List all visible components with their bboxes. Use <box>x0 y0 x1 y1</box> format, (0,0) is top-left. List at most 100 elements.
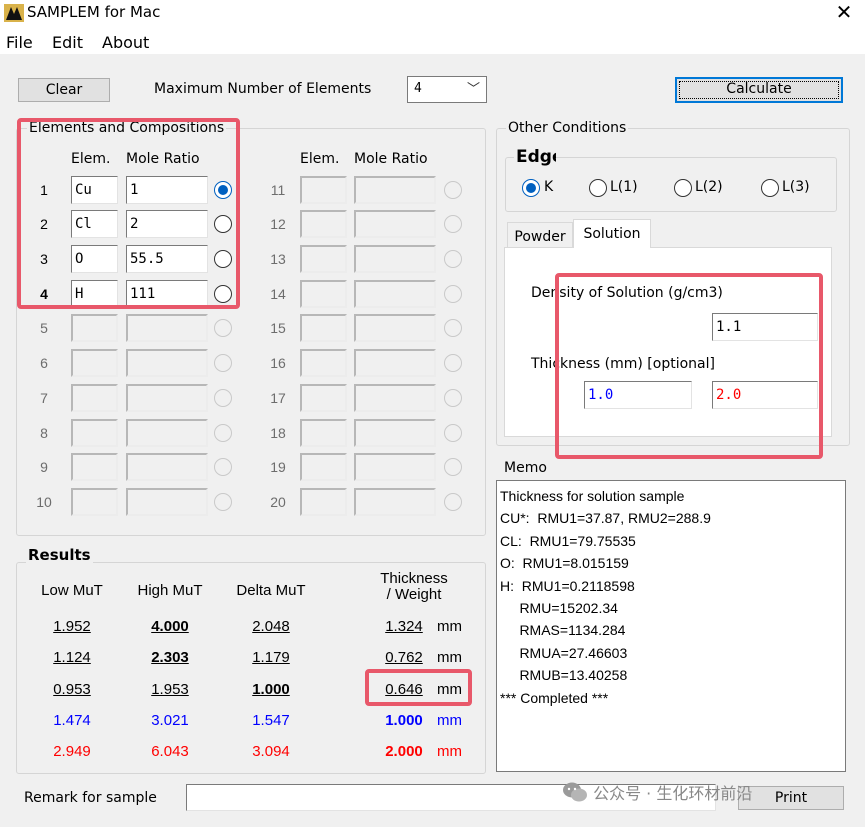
results-header-thickness: Thickness <box>380 570 448 587</box>
menu-edit[interactable]: Edit <box>52 33 83 52</box>
result-thickness-value: 1.324 <box>385 618 423 635</box>
element-input[interactable] <box>71 488 118 516</box>
result-high-mut-value: 3.021 <box>151 712 189 729</box>
edge-group-label: Edge <box>514 147 556 167</box>
other-conditions-label: Other Conditions <box>506 120 629 136</box>
calculate-button[interactable]: Calculate <box>675 77 843 103</box>
element-select-radio[interactable] <box>214 493 232 511</box>
element-input[interactable] <box>71 314 118 342</box>
element-select-radio[interactable] <box>444 250 462 268</box>
highlight-box-solution <box>555 273 823 459</box>
mole-ratio-input[interactable] <box>354 210 436 238</box>
element-input[interactable] <box>300 210 347 238</box>
edge-radio-l3[interactable] <box>761 179 779 197</box>
mole-ratio-input[interactable] <box>354 245 436 273</box>
mole-ratio-input[interactable] <box>126 419 208 447</box>
element-input[interactable] <box>71 384 118 412</box>
result-low-mut-value: 1.124 <box>53 649 91 666</box>
element-select-radio[interactable] <box>214 458 232 476</box>
window-title: SAMPLEM for Mac <box>27 3 161 21</box>
edge-label-k: K <box>544 179 554 195</box>
element-select-radio[interactable] <box>444 424 462 442</box>
mole-ratio-input[interactable] <box>354 280 436 308</box>
memo-textarea[interactable]: Thickness for solution sample CU*: RMU1=3… <box>496 480 846 772</box>
mole-ratio-input[interactable] <box>354 384 436 412</box>
close-icon[interactable]: ✕ <box>830 0 858 26</box>
row-number: 8 <box>40 425 48 441</box>
element-select-radio[interactable] <box>214 389 232 407</box>
element-input[interactable] <box>71 419 118 447</box>
menu-file[interactable]: File <box>6 33 33 52</box>
row-number: 11 <box>270 182 286 198</box>
element-input[interactable] <box>71 349 118 377</box>
results-header-high-mut: High MuT <box>137 582 203 599</box>
remark-label: Remark for sample <box>24 790 157 806</box>
result-high-mut-value: 1.953 <box>151 681 189 698</box>
element-input[interactable] <box>71 453 118 481</box>
element-select-radio[interactable] <box>444 319 462 337</box>
tab-powder[interactable]: Powder <box>507 222 573 248</box>
row-number: 12 <box>270 216 286 232</box>
element-input[interactable] <box>300 280 347 308</box>
element-select-radio[interactable] <box>214 319 232 337</box>
result-thickness-value: 2.000 <box>385 743 423 760</box>
result-low-mut-value: 1.474 <box>53 712 91 729</box>
tab-solution[interactable]: Solution <box>573 219 651 248</box>
result-unit: mm <box>437 743 462 760</box>
element-input[interactable] <box>300 384 347 412</box>
element-input[interactable] <box>300 419 347 447</box>
result-low-mut-value: 1.952 <box>53 618 91 635</box>
mole-ratio-input[interactable] <box>126 453 208 481</box>
memo-line: H: RMU1=0.2118598 <box>500 577 635 594</box>
element-select-radio[interactable] <box>444 458 462 476</box>
menu-about[interactable]: About <box>102 33 149 52</box>
edge-label-l3: L(3) <box>782 179 810 195</box>
mole-ratio-input[interactable] <box>354 176 436 204</box>
element-select-radio[interactable] <box>444 285 462 303</box>
result-delta-mut-value: 1.547 <box>252 712 290 729</box>
element-input[interactable] <box>300 453 347 481</box>
mole-ratio-input[interactable] <box>126 488 208 516</box>
results-header-weight: / Weight <box>386 586 442 603</box>
mole-ratio-input[interactable] <box>354 453 436 481</box>
row-number: 18 <box>270 425 286 441</box>
mole-ratio-input[interactable] <box>126 384 208 412</box>
clear-button[interactable]: Clear <box>18 78 110 102</box>
element-input[interactable] <box>300 245 347 273</box>
element-input[interactable] <box>300 488 347 516</box>
element-select-radio[interactable] <box>444 215 462 233</box>
max-elements-select[interactable]: 4 ﹀ <box>407 76 487 103</box>
mole-ratio-input[interactable] <box>354 488 436 516</box>
element-select-radio[interactable] <box>444 493 462 511</box>
mole-ratio-input[interactable] <box>354 349 436 377</box>
result-high-mut-value: 4.000 <box>151 618 189 635</box>
col-header-elem-right: Elem. <box>300 151 340 167</box>
highlight-box-result <box>365 669 472 706</box>
mole-ratio-input[interactable] <box>126 314 208 342</box>
results-header-delta-mut: Delta MuT <box>236 582 306 599</box>
row-number: 19 <box>270 459 286 475</box>
edge-radio-l2[interactable] <box>674 179 692 197</box>
element-select-radio[interactable] <box>444 354 462 372</box>
memo-line: O: RMU1=8.015159 <box>500 555 629 572</box>
element-select-radio[interactable] <box>214 354 232 372</box>
mole-ratio-input[interactable] <box>126 349 208 377</box>
edge-radio-k[interactable] <box>522 179 540 197</box>
element-select-radio[interactable] <box>444 181 462 199</box>
edge-radio-l1[interactable] <box>589 179 607 197</box>
result-high-mut-value: 2.303 <box>151 649 189 666</box>
element-input[interactable] <box>300 176 347 204</box>
memo-line: RMUB=13.40258 <box>500 667 628 684</box>
mole-ratio-input[interactable] <box>354 314 436 342</box>
memo-line: *** Completed *** <box>500 689 609 706</box>
row-number: 13 <box>270 251 286 267</box>
element-select-radio[interactable] <box>444 389 462 407</box>
element-select-radio[interactable] <box>214 424 232 442</box>
element-input[interactable] <box>300 314 347 342</box>
memo-line: RMUA=27.46603 <box>500 644 628 661</box>
row-number: 10 <box>36 494 52 510</box>
mole-ratio-input[interactable] <box>354 419 436 447</box>
element-input[interactable] <box>300 349 347 377</box>
row-number: 7 <box>40 390 48 406</box>
row-number: 17 <box>270 390 286 406</box>
